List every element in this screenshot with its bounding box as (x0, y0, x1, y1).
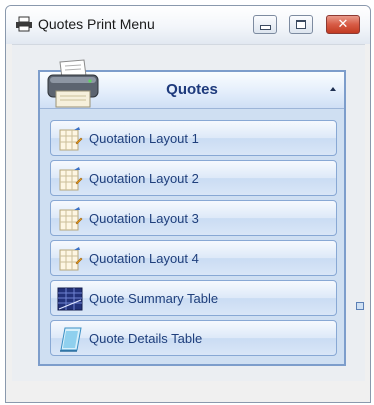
window-title: Quotes Print Menu (38, 16, 155, 32)
summary-table-icon (57, 287, 83, 311)
quotation-layout-2-label: Quotation Layout 2 (89, 171, 199, 186)
close-icon: ✕ (337, 17, 349, 32)
quote-summary-table-button[interactable]: Quote Summary Table (50, 280, 337, 316)
quotes-panel: Quotes Quotation Layout 1 Quotation Layo… (38, 59, 346, 366)
quotation-layout-1-label: Quotation Layout 1 (89, 131, 199, 146)
quotation-layout-4-button[interactable]: Quotation Layout 4 (50, 240, 337, 276)
quotes-print-menu-window: Quotes Print Menu ✕ Quotes Quotation Lay… (5, 5, 371, 403)
report-layout-icon (59, 167, 83, 191)
report-layout-icon (59, 127, 83, 151)
details-table-icon (60, 327, 82, 352)
quote-details-table-button[interactable]: Quote Details Table (50, 320, 337, 356)
quotation-layout-3-button[interactable]: Quotation Layout 3 (50, 200, 337, 236)
close-button[interactable]: ✕ (326, 15, 360, 34)
minimize-icon (259, 25, 271, 30)
chevron-up-icon[interactable] (330, 87, 336, 91)
quotation-layout-2-button[interactable]: Quotation Layout 2 (50, 160, 337, 196)
report-layout-icon (59, 247, 83, 271)
quotation-layout-3-label: Quotation Layout 3 (89, 211, 199, 226)
quote-details-table-label: Quote Details Table (89, 331, 203, 346)
title-bar[interactable]: Quotes Print Menu ✕ (6, 6, 370, 44)
minimize-button[interactable] (253, 15, 277, 34)
quotation-layout-4-label: Quotation Layout 4 (89, 251, 199, 266)
maximize-icon (296, 20, 306, 29)
window-client-area: Quotes Quotation Layout 1 Quotation Layo… (12, 44, 365, 381)
resize-grip-icon[interactable] (356, 302, 364, 310)
quote-summary-table-label: Quote Summary Table (89, 291, 219, 306)
maximize-button[interactable] (289, 15, 313, 34)
report-layout-icon (59, 207, 83, 231)
printer-icon (16, 16, 32, 32)
quotation-layout-1-button[interactable]: Quotation Layout 1 (50, 120, 337, 156)
printer-icon (47, 59, 99, 108)
